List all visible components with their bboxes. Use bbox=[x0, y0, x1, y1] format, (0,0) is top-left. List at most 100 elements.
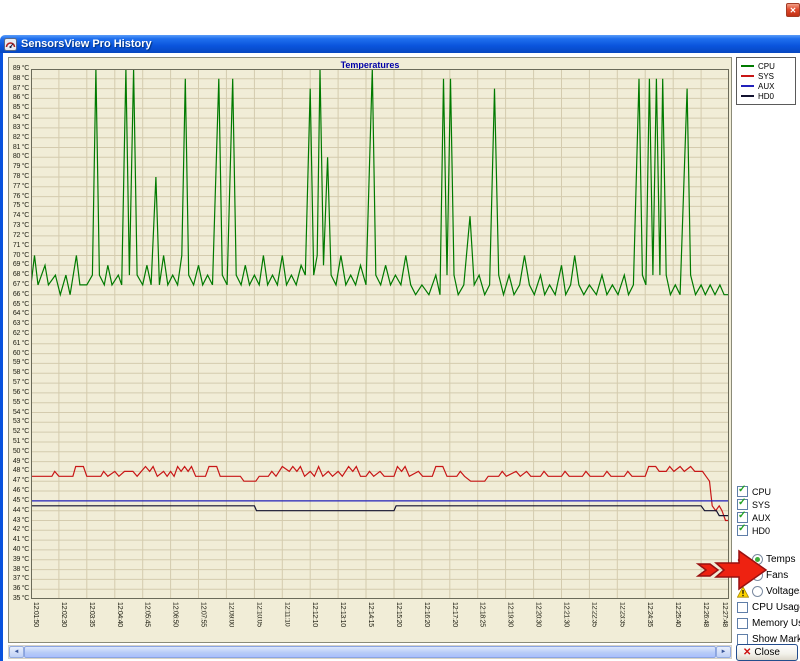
x-tick-label: 12:11:10 bbox=[283, 602, 290, 643]
checkmark-icon: ✓ bbox=[738, 497, 746, 508]
app-icon bbox=[4, 38, 17, 51]
y-tick-label: 78 °C bbox=[9, 173, 29, 181]
y-tick-label: 70 °C bbox=[9, 252, 29, 260]
y-tick-label: 72 °C bbox=[9, 232, 29, 240]
x-tick-label: 12:07:55 bbox=[200, 602, 207, 643]
y-tick-label: 56 °C bbox=[9, 389, 29, 397]
series-toggle-label: AUX bbox=[752, 513, 771, 523]
scrollbar-thumb[interactable] bbox=[24, 646, 716, 658]
series-toggle-row: ✓ AUX bbox=[737, 511, 800, 524]
y-tick-label: 47 °C bbox=[9, 477, 29, 485]
y-tick-label: 71 °C bbox=[9, 242, 29, 250]
option-row: CPU Usage bbox=[737, 599, 800, 615]
x-tick-label: 12:09:00 bbox=[227, 602, 234, 643]
close-button[interactable]: ✕ Close bbox=[736, 644, 798, 661]
y-tick-label: 77 °C bbox=[9, 183, 29, 191]
x-tick-label: 12:05:45 bbox=[144, 602, 151, 643]
y-tick-label: 60 °C bbox=[9, 350, 29, 358]
legend-line-swatch bbox=[741, 75, 754, 77]
y-tick-label: 63 °C bbox=[9, 320, 29, 328]
legend-item-label: SYS bbox=[758, 72, 774, 81]
y-tick-label: 80 °C bbox=[9, 153, 29, 161]
y-tick-label: 44 °C bbox=[9, 507, 29, 515]
y-tick-label: 45 °C bbox=[9, 497, 29, 505]
x-tick-label: 12:17:20 bbox=[451, 602, 458, 643]
y-tick-label: 38 °C bbox=[9, 566, 29, 574]
y-tick-label: 55 °C bbox=[9, 399, 29, 407]
scroll-right-button[interactable]: ► bbox=[716, 646, 731, 658]
legend: CPUSYSAUXHD0 bbox=[736, 57, 796, 105]
legend-item-hd0: HD0 bbox=[741, 91, 791, 101]
y-tick-label: 35 °C bbox=[9, 595, 29, 603]
y-tick-label: 85 °C bbox=[9, 104, 29, 112]
y-tick-label: 87 °C bbox=[9, 85, 29, 93]
y-tick-label: 51 °C bbox=[9, 438, 29, 446]
category-label: Voltages bbox=[766, 586, 800, 597]
x-tick-label: 12:01:50 bbox=[32, 602, 39, 643]
y-tick-label: 86 °C bbox=[9, 94, 29, 102]
checkbox-memory-usage[interactable] bbox=[737, 618, 748, 629]
checkmark-icon: ✓ bbox=[738, 510, 746, 521]
y-tick-label: 49 °C bbox=[9, 458, 29, 466]
scroll-left-button[interactable]: ◄ bbox=[9, 646, 24, 658]
y-tick-label: 61 °C bbox=[9, 340, 29, 348]
screen: ✕ SensorsView Pro History Temperatures 8… bbox=[0, 0, 800, 661]
y-tick-label: 79 °C bbox=[9, 163, 29, 171]
checkbox-show-markers[interactable] bbox=[737, 634, 748, 645]
scroll-right-icon: ► bbox=[721, 649, 727, 655]
options-group: CPU UsageMemory UsageShow Markers bbox=[737, 599, 800, 647]
checkbox-sys[interactable]: ✓ bbox=[737, 499, 748, 510]
checkbox-cpu[interactable]: ✓ bbox=[737, 486, 748, 497]
y-tick-label: 54 °C bbox=[9, 409, 29, 417]
outer-window-close-button[interactable]: ✕ bbox=[786, 3, 800, 17]
x-tick-label: 12:13:10 bbox=[339, 602, 346, 643]
plot-area bbox=[31, 69, 729, 599]
y-tick-label: 69 °C bbox=[9, 261, 29, 269]
y-tick-label: 40 °C bbox=[9, 546, 29, 554]
x-tick-label: 12:27:48 bbox=[721, 602, 728, 643]
checkbox-cpu-usage[interactable] bbox=[737, 602, 748, 613]
checkbox-aux[interactable]: ✓ bbox=[737, 512, 748, 523]
legend-item-label: HD0 bbox=[758, 92, 774, 101]
x-tick-label: 12:16:20 bbox=[423, 602, 430, 643]
x-tick-label: 12:18:25 bbox=[479, 602, 486, 643]
y-tick-label: 59 °C bbox=[9, 359, 29, 367]
series-toggle-row: ✓ SYS bbox=[737, 498, 800, 511]
chart-panel: Temperatures 89 °C88 °C87 °C86 °C85 °C84… bbox=[8, 57, 732, 643]
option-row: Memory Usage bbox=[737, 615, 800, 631]
y-tick-label: 42 °C bbox=[9, 526, 29, 534]
y-tick-label: 41 °C bbox=[9, 536, 29, 544]
x-tick-label: 12:04:40 bbox=[116, 602, 123, 643]
series-toggle-row: ✓HD0 bbox=[737, 524, 800, 537]
x-tick-label: 12:20:30 bbox=[535, 602, 542, 643]
option-label: CPU Usage bbox=[752, 602, 800, 613]
y-tick-label: 74 °C bbox=[9, 212, 29, 220]
close-icon: ✕ bbox=[790, 6, 797, 15]
y-tick-label: 64 °C bbox=[9, 310, 29, 318]
y-tick-label: 84 °C bbox=[9, 114, 29, 122]
y-tick-label: 50 °C bbox=[9, 448, 29, 456]
close-button-label: Close bbox=[754, 647, 780, 658]
x-tick-label: 12:22:35 bbox=[590, 602, 597, 643]
y-tick-label: 75 °C bbox=[9, 202, 29, 210]
legend-line-swatch bbox=[741, 65, 754, 67]
y-tick-label: 53 °C bbox=[9, 418, 29, 426]
x-tick-label: 12:25:40 bbox=[674, 602, 681, 643]
series-toggle-label: SYS bbox=[752, 500, 770, 510]
legend-item-sys: SYS bbox=[741, 71, 791, 81]
y-tick-label: 43 °C bbox=[9, 517, 29, 525]
window-title: SensorsView Pro History bbox=[21, 38, 152, 50]
series-toggle-group: ✓CPU✓SYS✓AUX✓HD0 bbox=[737, 485, 800, 537]
y-tick-label: 46 °C bbox=[9, 487, 29, 495]
y-tick-label: 36 °C bbox=[9, 585, 29, 593]
x-tick-label: 12:23:35 bbox=[618, 602, 625, 643]
chart-horizontal-scrollbar[interactable]: ◄ ► bbox=[8, 645, 732, 659]
y-tick-label: 82 °C bbox=[9, 134, 29, 142]
x-tick-label: 12:02:30 bbox=[60, 602, 67, 643]
legend-item-label: AUX bbox=[758, 82, 774, 91]
x-tick-label: 12:06:50 bbox=[172, 602, 179, 643]
checkbox-hd0[interactable]: ✓ bbox=[737, 525, 748, 536]
title-bar[interactable]: SensorsView Pro History bbox=[0, 35, 800, 53]
y-tick-label: 67 °C bbox=[9, 281, 29, 289]
y-tick-label: 57 °C bbox=[9, 379, 29, 387]
